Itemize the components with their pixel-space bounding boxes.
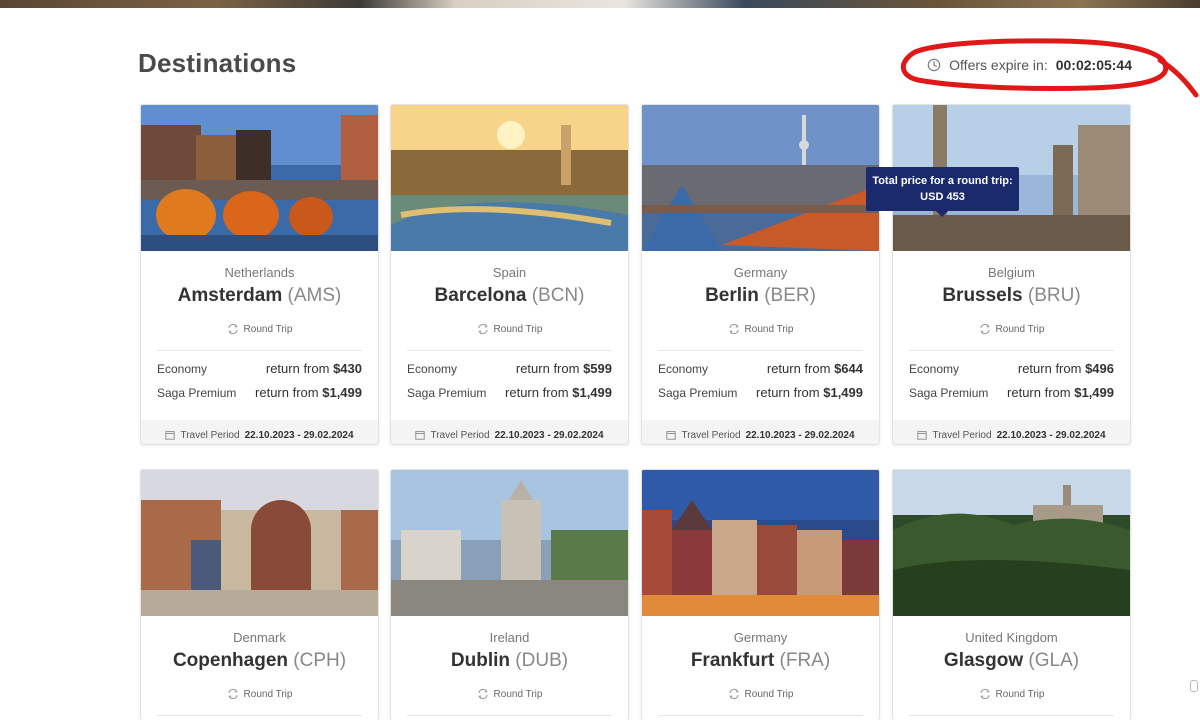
- calendar-icon: [917, 431, 928, 440]
- offer-timer: Offers expire in: 00:02:05:44: [927, 57, 1132, 73]
- price-tooltip: Total price for a round trip: USD 453: [866, 167, 1019, 217]
- fare-economy[interactable]: Economy return from $430: [157, 361, 362, 385]
- destination-card-amsterdam[interactable]: Netherlands Amsterdam (AMS) Round Trip E…: [140, 104, 379, 445]
- round-trip-label: Round Trip: [391, 688, 628, 700]
- round-trip-icon: [477, 688, 488, 700]
- destination-card-dublin[interactable]: Ireland Dublin (DUB) Round Trip: [390, 469, 629, 720]
- destination-card-copenhagen[interactable]: Denmark Copenhagen (CPH) Round Trip: [140, 469, 379, 720]
- round-trip-label: Round Trip: [141, 323, 378, 335]
- page-title: Destinations: [138, 48, 297, 78]
- airport-code: (GLA): [1028, 650, 1080, 671]
- airport-code: (DUB): [515, 650, 569, 671]
- premium-price: $1,499: [322, 385, 362, 400]
- travel-period: Travel Period 22.10.2023 - 29.02.2024: [391, 420, 628, 444]
- divider: [909, 715, 1114, 716]
- airport-code: (CPH): [293, 650, 347, 671]
- destination-photo: [141, 105, 378, 251]
- fare-list: Economy return from $599 Saga Premium retu…: [391, 351, 628, 409]
- round-trip-label: Round Trip: [893, 688, 1130, 700]
- airport-code: (AMS): [287, 285, 342, 306]
- round-trip-label: Round Trip: [642, 688, 879, 700]
- economy-price: $599: [583, 361, 612, 376]
- city-name: Barcelona (BCN): [434, 285, 585, 306]
- fare-saga-premium[interactable]: Saga Premium return from $1,499: [658, 385, 863, 409]
- destination-photo: [391, 105, 628, 251]
- round-trip-label: Round Trip: [391, 323, 628, 335]
- premium-price: $1,499: [1074, 385, 1114, 400]
- round-trip-label: Round Trip: [141, 688, 378, 700]
- city-name: Dublin (DUB): [450, 650, 569, 671]
- city-name: Glasgow (GLA): [943, 650, 1080, 671]
- travel-period: Travel Period 22.10.2023 - 29.02.2024: [141, 420, 378, 444]
- country-name: Belgium: [988, 265, 1035, 280]
- country-name: Ireland: [489, 630, 530, 645]
- economy-price: $496: [1085, 361, 1114, 376]
- timer-value: 00:02:05:44: [1055, 57, 1132, 73]
- city-name: Berlin (BER): [705, 285, 816, 306]
- city-name: Copenhagen (CPH): [172, 650, 347, 671]
- country-name: Denmark: [233, 630, 286, 645]
- fare-list: Economy return from $430 Saga Premium retu…: [141, 351, 378, 409]
- divider: [407, 715, 612, 716]
- round-trip-icon: [979, 688, 990, 700]
- country-name: United Kingdom: [965, 630, 1058, 645]
- airport-code: (BCN): [531, 285, 585, 306]
- timer-label: Offers expire in:: [949, 57, 1048, 73]
- airport-code: (BER): [764, 285, 816, 306]
- travel-period: Travel Period 22.10.2023 - 29.02.2024: [893, 420, 1130, 444]
- airport-code: (FRA): [779, 650, 831, 671]
- country-name: Netherlands: [224, 265, 295, 280]
- airport-code: (BRU): [1027, 285, 1081, 306]
- round-trip-icon: [477, 323, 488, 335]
- calendar-icon: [165, 431, 176, 440]
- round-trip-icon: [227, 323, 238, 335]
- destination-card-glasgow[interactable]: United Kingdom Glasgow (GLA) Round Trip: [892, 469, 1131, 720]
- travel-period: Travel Period 22.10.2023 - 29.02.2024: [642, 420, 879, 444]
- calendar-icon: [415, 431, 426, 440]
- fare-saga-premium[interactable]: Saga Premium return from $1,499: [407, 385, 612, 409]
- round-trip-label: Round Trip: [642, 323, 879, 335]
- divider: [658, 715, 863, 716]
- round-trip-icon: [227, 688, 238, 700]
- fare-list: Economy return from $496 Saga Premium retu…: [893, 351, 1130, 409]
- country-name: Spain: [492, 265, 527, 280]
- premium-price: $1,499: [572, 385, 612, 400]
- destination-card-barcelona[interactable]: Spain Barcelona (BCN) Round Trip Economy…: [390, 104, 629, 445]
- round-trip-icon: [979, 323, 990, 335]
- city-name: Brussels (BRU): [942, 285, 1081, 306]
- scroll-indicator[interactable]: [1190, 680, 1198, 692]
- destination-photo: [893, 470, 1130, 616]
- round-trip-icon: [728, 323, 739, 335]
- premium-price: $1,499: [823, 385, 863, 400]
- divider: [157, 715, 362, 716]
- economy-price: $644: [834, 361, 863, 376]
- round-trip-icon: [728, 688, 739, 700]
- economy-price: $430: [333, 361, 362, 376]
- fare-saga-premium[interactable]: Saga Premium return from $1,499: [157, 385, 362, 409]
- destination-card-brussels[interactable]: Belgium Brussels (BRU) Round Trip Econom…: [892, 104, 1131, 445]
- fare-list: Economy return from $644 Saga Premium retu…: [642, 351, 879, 409]
- country-name: Germany: [733, 630, 788, 645]
- destination-photo: [141, 470, 378, 616]
- hero-image-strip: [0, 0, 1200, 8]
- destination-card-berlin[interactable]: Germany Berlin (BER) Round Trip Economy r…: [641, 104, 880, 445]
- tooltip-line-2: USD 453: [920, 191, 965, 203]
- clock-icon: [927, 58, 941, 72]
- round-trip-label: Round Trip: [893, 323, 1130, 335]
- destination-photo: [391, 470, 628, 616]
- calendar-icon: [666, 431, 677, 440]
- destination-photo: [642, 105, 879, 251]
- fare-economy[interactable]: Economy return from $496: [909, 361, 1114, 385]
- destination-photo: [642, 470, 879, 616]
- country-name: Germany: [733, 265, 788, 280]
- fare-saga-premium[interactable]: Saga Premium return from $1,499: [909, 385, 1114, 409]
- fare-economy[interactable]: Economy return from $599: [407, 361, 612, 385]
- city-name: Amsterdam (AMS): [177, 285, 342, 306]
- city-name: Frankfurt (FRA): [690, 650, 831, 671]
- fare-economy[interactable]: Economy return from $644: [658, 361, 863, 385]
- tooltip-line-1: Total price for a round trip:: [872, 175, 1013, 187]
- destination-card-frankfurt[interactable]: Germany Frankfurt (FRA) Round Trip: [641, 469, 880, 720]
